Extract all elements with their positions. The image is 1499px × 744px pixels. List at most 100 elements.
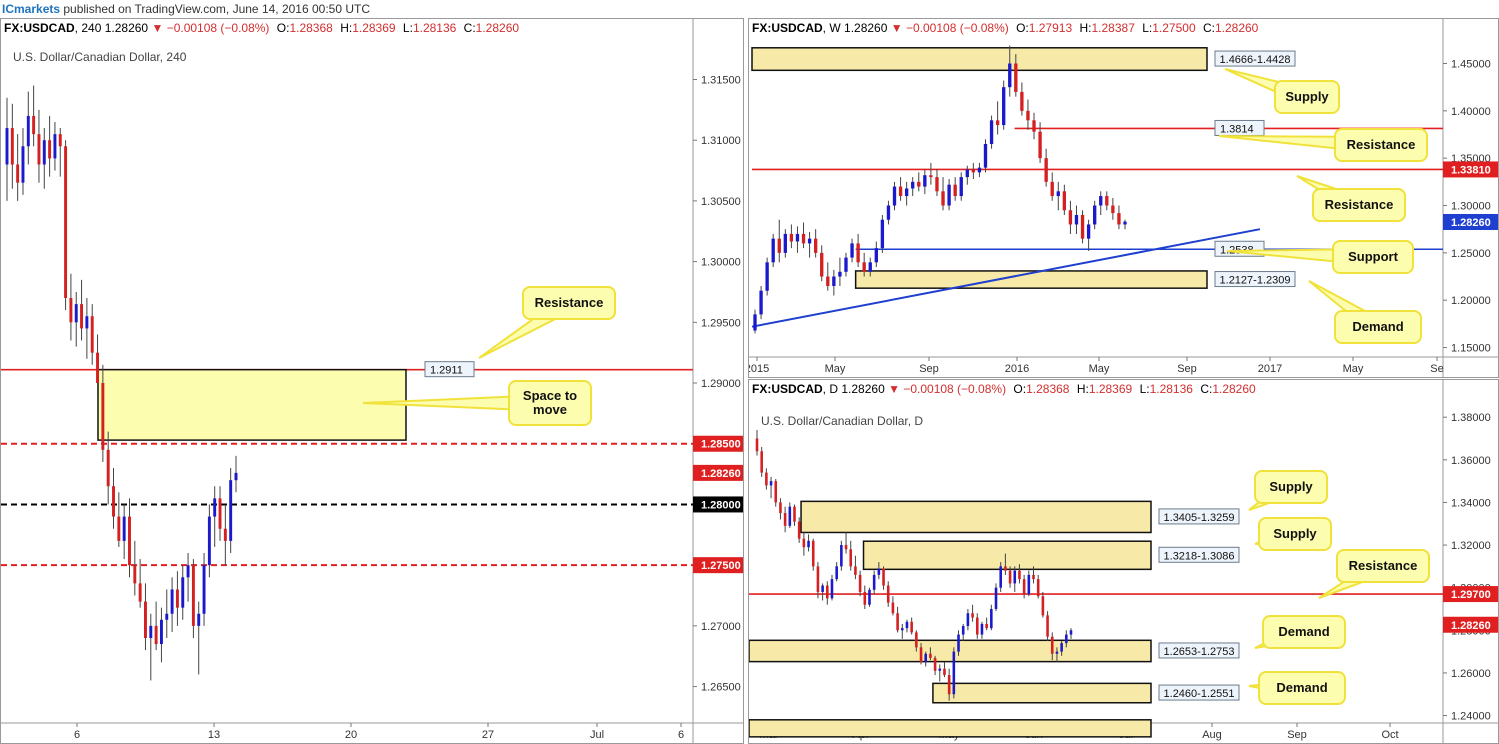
candle-body <box>793 506 796 522</box>
zone-box <box>932 682 1152 704</box>
candle-body <box>1123 221 1127 225</box>
candle-body <box>90 316 94 353</box>
candle-body <box>980 623 984 635</box>
candle-body <box>783 513 787 526</box>
candle-body <box>783 233 787 253</box>
x-tick-label: 20 <box>345 729 357 741</box>
candle-body <box>122 516 126 541</box>
candle-body <box>900 628 904 631</box>
x-tick-label: May <box>1343 363 1364 375</box>
candle-body <box>1018 570 1021 580</box>
candle-body <box>886 585 890 603</box>
candle-body <box>957 634 960 652</box>
candle-body <box>919 647 923 663</box>
brand-logo[interactable]: ICmarkets <box>0 2 60 16</box>
candle-body <box>101 383 105 450</box>
candle-body <box>1060 643 1063 652</box>
candle-body <box>10 128 14 165</box>
candle-body <box>779 502 782 514</box>
candle-body <box>977 167 982 173</box>
candle-body <box>952 651 956 695</box>
candle-body <box>966 613 970 627</box>
y-tick-label: 1.30000 <box>701 257 741 269</box>
candle-body <box>765 262 769 291</box>
candle-body <box>1008 570 1012 584</box>
candle-body <box>175 589 179 608</box>
x-tick-label: 27 <box>482 729 494 741</box>
candle-body <box>1020 91 1024 111</box>
candle-body <box>777 238 781 253</box>
candle-body <box>1004 566 1007 571</box>
candle-body <box>820 252 824 277</box>
candle-body <box>985 623 988 629</box>
candle-body <box>229 480 233 541</box>
callout-label: Resistance <box>1347 137 1416 152</box>
zone-label: 1.2460-1.2551 <box>1164 688 1235 700</box>
x-tick-label: 2015 <box>749 363 769 375</box>
candle-body <box>1032 120 1036 132</box>
candle-body <box>807 540 810 548</box>
candle-body <box>769 481 773 486</box>
candle-body <box>797 521 801 539</box>
x-tick-label: Oct <box>1381 729 1398 741</box>
y-tick-label: 1.25000 <box>1451 248 1491 260</box>
chart-panel-daily[interactable]: FX:USDCAD, D 1.28260 ▼ −0.00108 (−0.08%)… <box>748 379 1499 744</box>
x-tick-label: Sep <box>1177 363 1197 375</box>
level-axis-tag: 1.28000 <box>701 499 741 511</box>
candle-body <box>112 486 115 517</box>
daily-chart-canvas[interactable]: U.S. Dollar/Canadian Dollar, D 1.38000 1.3… <box>749 380 1499 744</box>
candle-body <box>207 516 211 566</box>
candle-body <box>882 568 885 586</box>
candle-body <box>933 658 937 671</box>
candle-body <box>64 146 68 299</box>
candle-body <box>911 181 915 189</box>
callout: Supply <box>1224 68 1340 114</box>
chart-panel-weekly[interactable]: FX:USDCAD, W 1.28260 ▼ −0.00108 (−0.08%)… <box>748 18 1499 378</box>
candle-body <box>170 589 174 614</box>
candle-body <box>1041 596 1045 616</box>
candle-body <box>868 589 871 605</box>
candle-body <box>971 613 974 618</box>
y-tick-label: 1.36000 <box>1451 455 1491 467</box>
y-tick-label: 1.31000 <box>701 135 741 147</box>
callout-label: Supply <box>1269 479 1313 494</box>
zone-label: 1.2127-1.2309 <box>1220 275 1291 287</box>
candle-body <box>1002 87 1006 126</box>
candle-body <box>1117 213 1121 225</box>
candle-body <box>5 128 9 165</box>
chart-panel-h4[interactable]: FX:USDCAD, 240 1.28260 ▼ −0.00108 (−0.08… <box>0 18 744 744</box>
callout-label: Demand <box>1352 319 1403 334</box>
candle-body <box>953 184 957 197</box>
level-axis-tag: 1.33810 <box>1451 164 1491 176</box>
candle-body <box>1050 181 1054 197</box>
candle-body <box>999 566 1002 588</box>
candle-body <box>202 565 206 614</box>
candle-body <box>197 613 201 626</box>
space-zone-box <box>97 368 407 441</box>
h4-chart-canvas[interactable]: U.S. Dollar/Canadian Dollar, 240 1.31500 1… <box>1 19 744 744</box>
candle-body <box>1046 615 1049 637</box>
callout: Resistance <box>1318 549 1430 599</box>
callout: Resistance <box>1296 175 1406 222</box>
candle-body <box>844 257 848 272</box>
zone-box <box>749 719 1152 738</box>
candle-body <box>896 613 899 631</box>
candle-body <box>807 238 812 244</box>
candle-body <box>844 545 848 550</box>
candle-body <box>165 613 169 620</box>
chart-title: U.S. Dollar/Canadian Dollar, D <box>761 414 923 428</box>
candle-body <box>48 140 52 159</box>
x-tick-label: 2016 <box>1005 363 1029 375</box>
y-tick-label: 1.38000 <box>1451 412 1491 424</box>
candle-body <box>1026 110 1030 121</box>
weekly-chart-canvas[interactable]: U.S. Dollar/Canadian Dollar, W1.450001.4… <box>749 19 1499 378</box>
candle-body <box>947 184 951 206</box>
candle-body <box>795 233 800 242</box>
x-tick-label: Aug <box>1202 729 1222 741</box>
candle-body <box>816 566 820 592</box>
callout-label: Space to <box>523 388 577 403</box>
candle-body <box>1069 630 1073 635</box>
candle-body <box>1062 191 1067 211</box>
callout-label: Supply <box>1273 526 1317 541</box>
candle-body <box>1008 63 1012 88</box>
